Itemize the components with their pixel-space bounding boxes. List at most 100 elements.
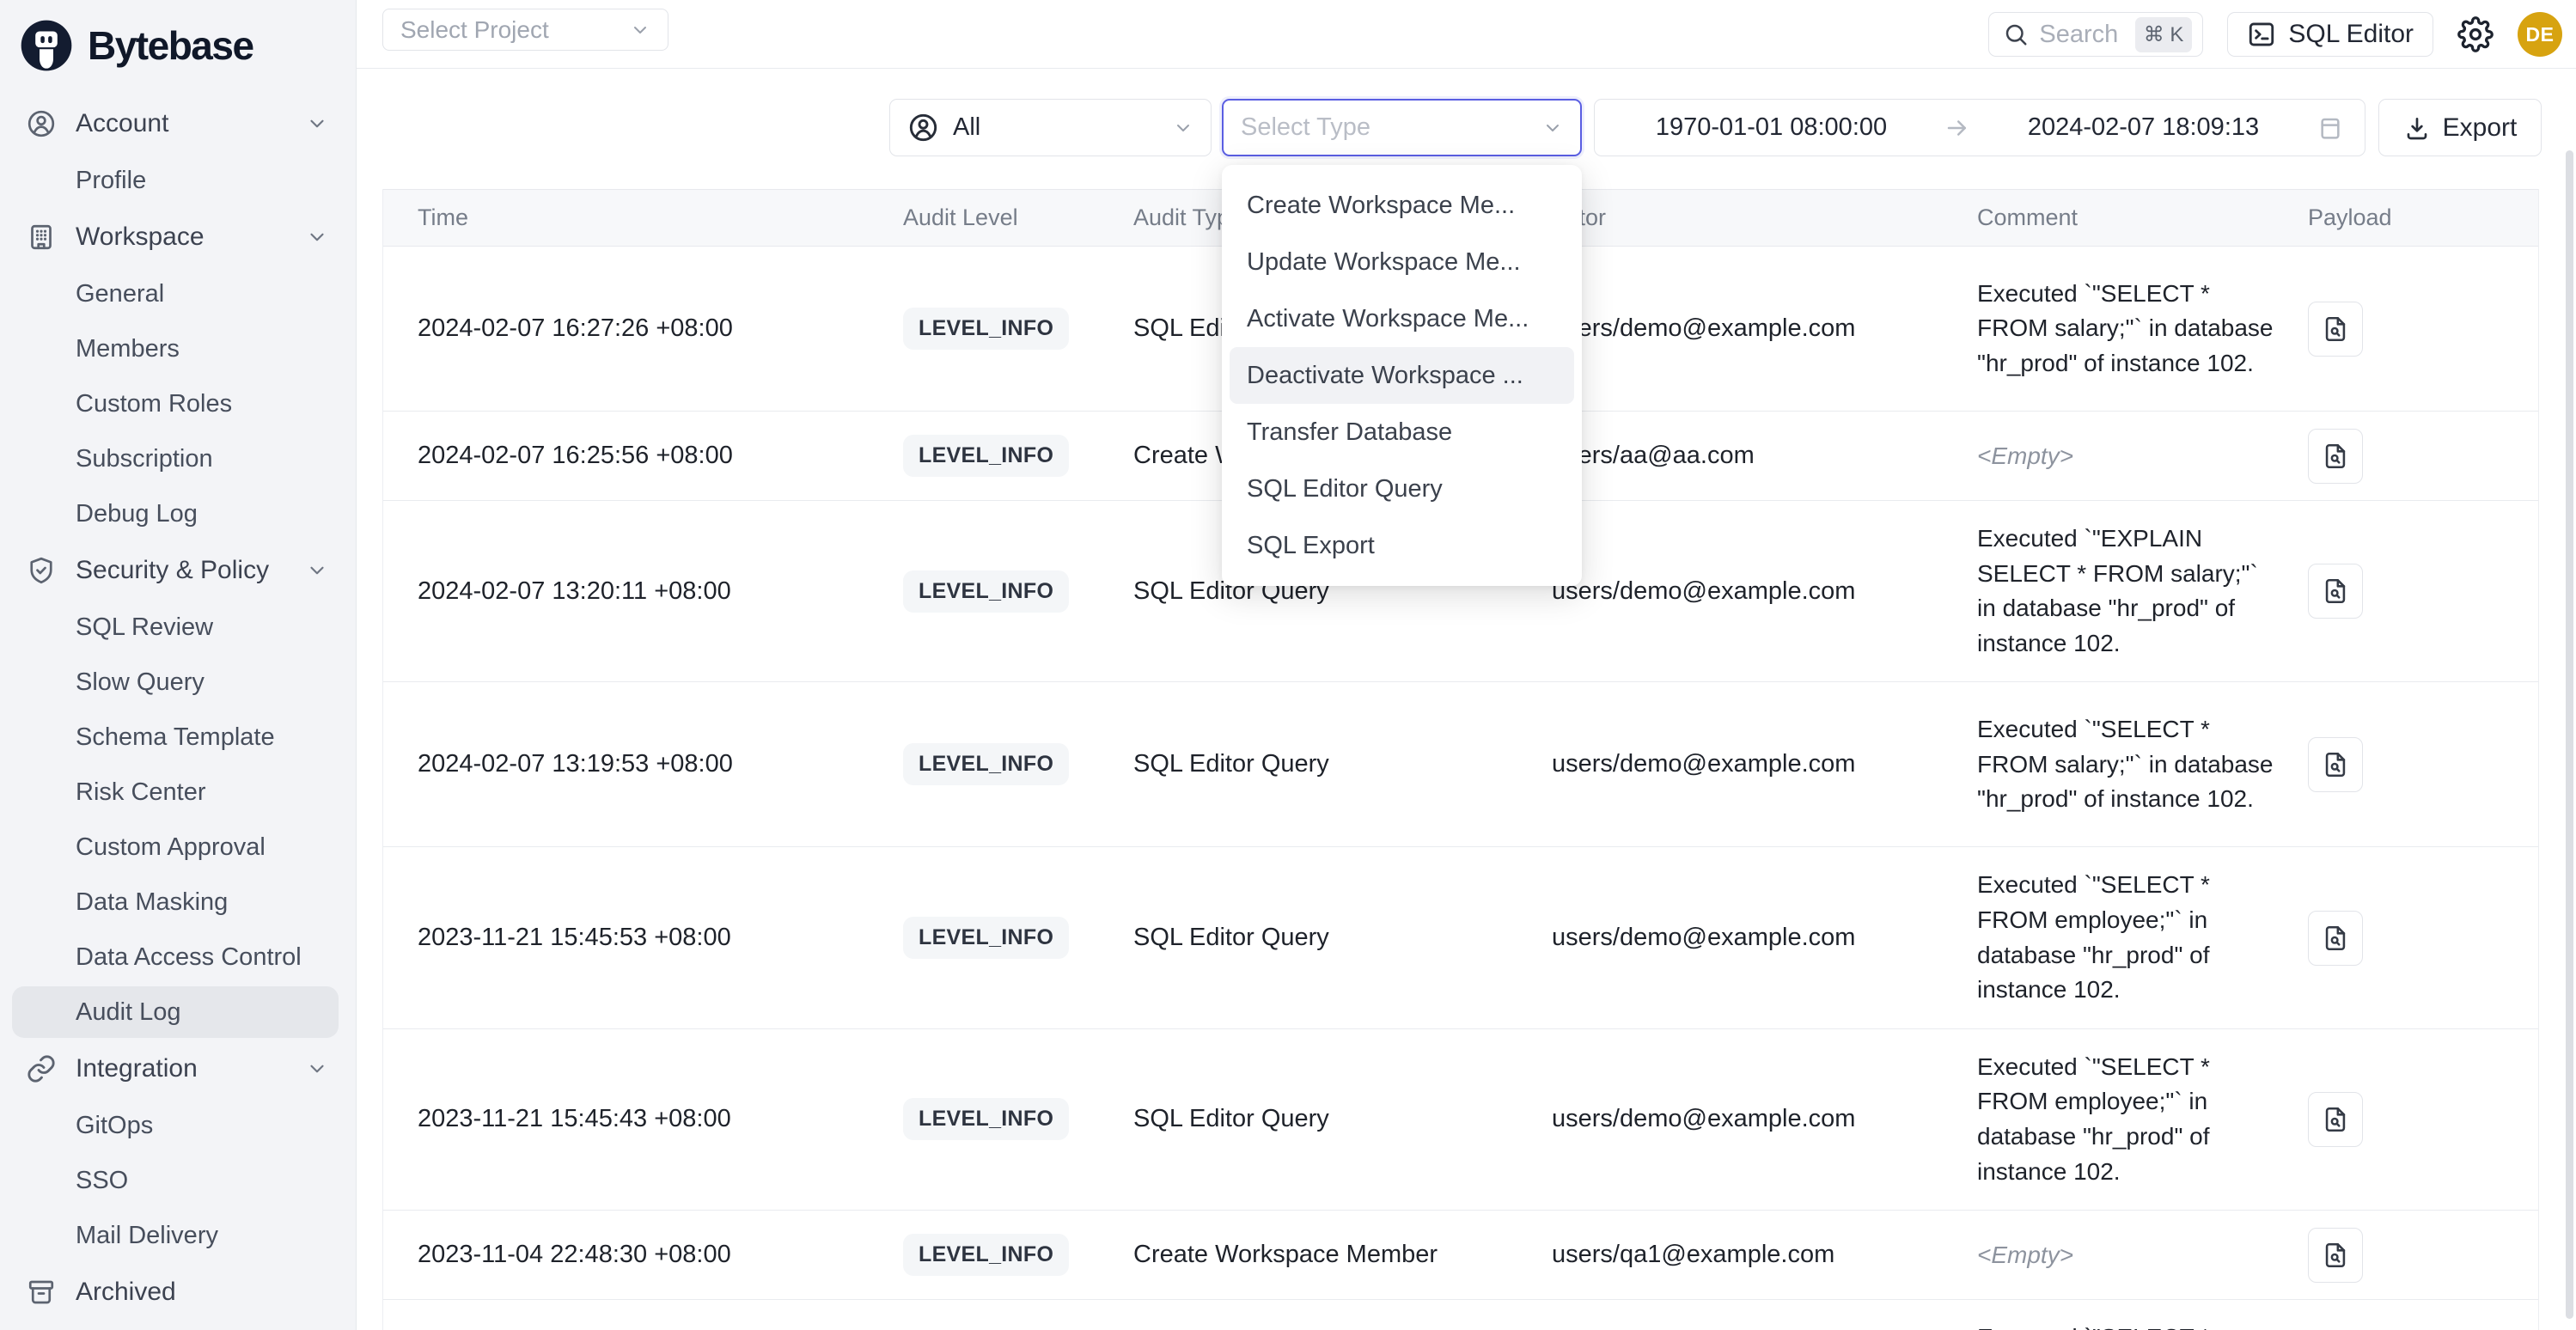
sidebar-item-slow-query[interactable]: Slow Query [0, 655, 356, 710]
payload-view-button[interactable] [2308, 737, 2363, 792]
type-option-deactivate-workspace[interactable]: Deactivate Workspace ... [1230, 347, 1574, 404]
type-option-create-workspace-me[interactable]: Create Workspace Me... [1230, 177, 1574, 234]
sidebar-item-workspace[interactable]: Workspace [0, 208, 356, 266]
file-search-icon [2321, 314, 2350, 344]
file-search-icon [2321, 924, 2350, 953]
type-option-sql-export[interactable]: SQL Export [1230, 517, 1574, 574]
calendar-icon [2317, 114, 2344, 142]
comment-empty-label: <Empty> [1977, 1242, 2073, 1268]
actor-cell: users/demo@example.com [1552, 750, 1977, 778]
comment-cell: Executed `"EXPLAIN SELECT * FROM salary;… [1977, 501, 2308, 681]
comment-text: Executed `"SELECT * FROM department;"` i… [1977, 1300, 2274, 1330]
sidebar-item-debug-log[interactable]: Debug Log [0, 486, 356, 541]
page-scrollbar[interactable] [2564, 69, 2576, 1330]
sidebar-item-members[interactable]: Members [0, 321, 356, 376]
level-badge: LEVEL_INFO [903, 743, 1069, 785]
sidebar-item-label: Custom Approval [76, 833, 266, 862]
payload-view-button[interactable] [2308, 1092, 2363, 1147]
payload-view-button[interactable] [2308, 429, 2363, 484]
audit-level-cell: LEVEL_INFO [903, 435, 1133, 477]
type-filter-select[interactable]: Select Type [1222, 99, 1582, 156]
sidebar-item-label: SSO [76, 1167, 128, 1195]
sidebar-item-label: Security & Policy [76, 556, 269, 585]
file-search-icon [2321, 442, 2350, 471]
sql-editor-label: SQL Editor [2288, 20, 2414, 49]
type-option-update-workspace-me[interactable]: Update Workspace Me... [1230, 234, 1574, 290]
sidebar-item-risk-center[interactable]: Risk Center [0, 765, 356, 820]
comment-text: Executed `"SELECT * FROM employee;"` in … [1977, 1029, 2274, 1210]
export-label: Export [2443, 113, 2518, 143]
sidebar-item-mail-delivery[interactable]: Mail Delivery [0, 1208, 356, 1263]
payload-view-button[interactable] [2308, 564, 2363, 619]
sidebar-item-custom-approval[interactable]: Custom Approval [0, 820, 356, 875]
project-select[interactable]: Select Project [382, 9, 668, 51]
payload-view-button[interactable] [2308, 302, 2363, 357]
sidebar-item-schema-template[interactable]: Schema Template [0, 710, 356, 765]
chevron-down-icon [306, 1058, 328, 1080]
brand-name: Bytebase [88, 22, 253, 69]
avatar[interactable]: DE [2518, 12, 2562, 57]
arrow-right-icon [1944, 115, 1970, 141]
type-option-activate-workspace-me[interactable]: Activate Workspace Me... [1230, 290, 1574, 347]
sidebar: Bytebase AccountProfile Workspace General M… [0, 0, 357, 1330]
actor-cell: users/demo@example.com [1552, 314, 1977, 343]
time-cell: 2024-02-07 16:25:56 +08:00 [383, 442, 903, 470]
type-option-transfer-database[interactable]: Transfer Database [1230, 404, 1574, 461]
sidebar-item-label: Integration [76, 1054, 198, 1083]
sidebar-item-sso[interactable]: SSO [0, 1153, 356, 1208]
type-filter-placeholder: Select Type [1241, 113, 1370, 142]
sidebar-item-data-access-control[interactable]: Data Access Control [0, 930, 356, 985]
chevron-down-icon [306, 226, 328, 248]
column-header-time: Time [383, 204, 903, 231]
date-start-value[interactable]: 1970-01-01 08:00:00 [1615, 113, 1927, 142]
audit-level-cell: LEVEL_INFO [903, 743, 1133, 785]
sidebar-item-gitops[interactable]: GitOps [0, 1098, 356, 1153]
table-row: 2024-02-07 13:19:53 +08:00LEVEL_INFOSQL … [383, 682, 2538, 847]
type-dropdown-menu: Create Workspace Me...Update Workspace M… [1222, 165, 1582, 586]
date-end-value[interactable]: 2024-02-07 18:09:13 [1987, 113, 2299, 142]
sidebar-item-subscription[interactable]: Subscription [0, 431, 356, 486]
search-input[interactable]: Search ⌘ K [1988, 12, 2203, 57]
chevron-down-icon [630, 20, 650, 40]
sql-editor-button[interactable]: SQL Editor [2227, 12, 2433, 57]
topbar-right-cluster: Search ⌘ K SQL Editor DE [1988, 0, 2562, 69]
sidebar-item-general[interactable]: General [0, 266, 356, 321]
page-scrollbar-thumb[interactable] [2566, 150, 2573, 1319]
sidebar-item-label: Workspace [76, 223, 204, 252]
sidebar-item-security-policy[interactable]: Security & Policy [0, 541, 356, 600]
gear-icon[interactable] [2457, 16, 2494, 52]
actor-filter-select[interactable]: All [889, 99, 1212, 156]
export-button[interactable]: Export [2378, 99, 2542, 156]
table-row: 2023-11-04 21:26:34 +08:00LEVEL_INFOSQL … [383, 1300, 2538, 1330]
file-search-icon [2321, 1105, 2350, 1134]
sidebar-item-custom-roles[interactable]: Custom Roles [0, 376, 356, 431]
payload-cell [2308, 1092, 2538, 1147]
level-badge: LEVEL_INFO [903, 1098, 1069, 1140]
payload-view-button[interactable] [2308, 911, 2363, 966]
sidebar-item-label: Members [76, 335, 180, 363]
bytebase-logo-icon [19, 18, 74, 73]
sidebar-item-label: GitOps [76, 1112, 153, 1140]
date-range-picker[interactable]: 1970-01-01 08:00:00 2024-02-07 18:09:13 [1594, 99, 2365, 156]
comment-cell: Executed `"SELECT * FROM salary;"` in da… [1977, 256, 2308, 402]
sidebar-item-profile[interactable]: Profile [0, 153, 356, 208]
sidebar-item-account[interactable]: Account [0, 95, 356, 153]
level-badge: LEVEL_INFO [903, 570, 1069, 613]
chevron-down-icon [306, 113, 328, 135]
sidebar-item-data-masking[interactable]: Data Masking [0, 875, 356, 930]
sidebar-item-audit-log[interactable]: Audit Log [0, 985, 356, 1040]
sidebar-item-integration[interactable]: Integration [0, 1040, 356, 1098]
main-area: Select Project Search ⌘ K SQL [357, 0, 2576, 1330]
time-cell: 2024-02-07 16:27:26 +08:00 [383, 314, 903, 343]
sidebar-item-archived[interactable]: Archived [0, 1263, 356, 1321]
payload-view-button[interactable] [2308, 1228, 2363, 1283]
link-icon [26, 1053, 57, 1084]
brand-logo[interactable]: Bytebase [0, 0, 356, 86]
actor-cell: users/aa@aa.com [1552, 442, 1977, 470]
shield-check-icon [26, 555, 57, 586]
type-option-sql-editor-query[interactable]: SQL Editor Query [1230, 461, 1574, 517]
sidebar-item-label: Schema Template [76, 723, 275, 752]
payload-cell [2308, 429, 2538, 484]
comment-cell: Executed `"SELECT * FROM employee;"` in … [1977, 847, 2308, 1028]
sidebar-item-sql-review[interactable]: SQL Review [0, 600, 356, 655]
